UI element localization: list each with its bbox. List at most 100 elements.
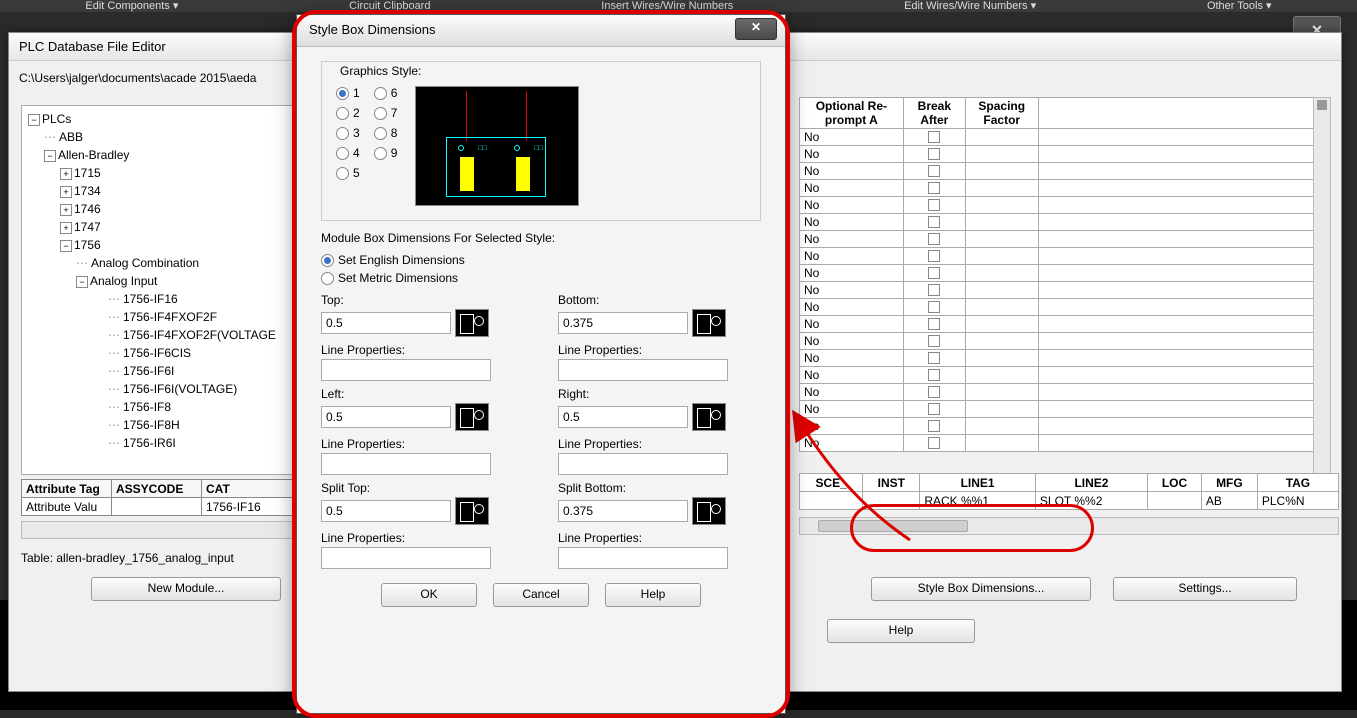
- lp-input[interactable]: [321, 359, 491, 381]
- tree-item[interactable]: Analog Combination: [91, 256, 199, 270]
- blank-cell[interactable]: [1038, 401, 1328, 418]
- break-checkbox[interactable]: [928, 233, 940, 245]
- attr-cell[interactable]: Attribute Valu: [22, 498, 112, 516]
- tree-leaf[interactable]: 1756-IF16: [123, 292, 178, 306]
- dialog-help-button[interactable]: Help: [605, 583, 701, 607]
- tree-item[interactable]: 1746: [74, 202, 101, 216]
- tree-leaf[interactable]: 1756-IF6CIS: [123, 346, 191, 360]
- cell-no[interactable]: No: [800, 163, 904, 180]
- english-radio[interactable]: [321, 254, 334, 267]
- right-input[interactable]: [558, 406, 688, 428]
- tree-item[interactable]: ABB: [59, 130, 83, 144]
- lp-input[interactable]: [321, 547, 491, 569]
- tree-leaf[interactable]: 1756-IF6I: [123, 364, 174, 378]
- cell-no[interactable]: No: [800, 180, 904, 197]
- tree-item[interactable]: Allen-Bradley: [58, 148, 129, 162]
- cell[interactable]: [863, 492, 920, 510]
- cell-no[interactable]: No: [800, 248, 904, 265]
- lp-input[interactable]: [558, 359, 728, 381]
- cell-no[interactable]: No: [800, 350, 904, 367]
- style-radio-7[interactable]: [374, 107, 387, 120]
- tree-item[interactable]: Analog Input: [90, 274, 157, 288]
- break-checkbox[interactable]: [928, 148, 940, 160]
- spacing-cell[interactable]: [965, 146, 1038, 163]
- new-module-button[interactable]: New Module...: [91, 577, 281, 601]
- spacing-cell[interactable]: [965, 299, 1038, 316]
- cell-no[interactable]: No: [800, 316, 904, 333]
- tree-item[interactable]: 1734: [74, 184, 101, 198]
- cell-no[interactable]: No: [800, 401, 904, 418]
- blank-cell[interactable]: [1038, 231, 1328, 248]
- spacing-cell[interactable]: [965, 333, 1038, 350]
- cell-no[interactable]: No: [800, 333, 904, 350]
- cell[interactable]: AB: [1201, 492, 1257, 510]
- dialog-close-button[interactable]: [735, 18, 777, 40]
- break-checkbox[interactable]: [928, 199, 940, 211]
- style-radio-3[interactable]: [336, 127, 349, 140]
- attr-cell[interactable]: [112, 498, 202, 516]
- break-checkbox[interactable]: [928, 165, 940, 177]
- break-checkbox[interactable]: [928, 301, 940, 313]
- blank-cell[interactable]: [1038, 197, 1328, 214]
- split-bottom-input[interactable]: [558, 500, 688, 522]
- spacing-cell[interactable]: [965, 350, 1038, 367]
- break-checkbox[interactable]: [928, 250, 940, 262]
- cell[interactable]: [800, 492, 863, 510]
- blank-cell[interactable]: [1038, 163, 1328, 180]
- cell-no[interactable]: No: [800, 299, 904, 316]
- ok-button[interactable]: OK: [381, 583, 477, 607]
- blank-cell[interactable]: [1038, 299, 1328, 316]
- blank-cell[interactable]: [1038, 367, 1328, 384]
- blank-cell[interactable]: [1038, 435, 1328, 452]
- tree-leaf[interactable]: 1756-IF8: [123, 400, 171, 414]
- pick-icon[interactable]: [692, 497, 726, 525]
- cell[interactable]: RACK %%1: [920, 492, 1036, 510]
- attr-scrollbar[interactable]: [21, 521, 321, 539]
- spacing-cell[interactable]: [965, 435, 1038, 452]
- spacing-cell[interactable]: [965, 316, 1038, 333]
- help-button[interactable]: Help: [827, 619, 975, 643]
- tree-leaf[interactable]: 1756-IR6I: [123, 436, 176, 450]
- attribute-table[interactable]: Attribute Tag ASSYCODE CAT Attribute Val…: [21, 479, 321, 516]
- blank-cell[interactable]: [1038, 146, 1328, 163]
- tree-leaf[interactable]: 1756-IF6I(VOLTAGE): [123, 382, 237, 396]
- style-radio-6[interactable]: [374, 87, 387, 100]
- blank-cell[interactable]: [1038, 129, 1328, 146]
- cell-no[interactable]: No: [800, 197, 904, 214]
- ribbon-group[interactable]: Insert Wires/Wire Numbers: [601, 0, 733, 12]
- blank-cell[interactable]: [1038, 282, 1328, 299]
- style-radio-1[interactable]: [336, 87, 349, 100]
- blank-cell[interactable]: [1038, 180, 1328, 197]
- lp-input[interactable]: [558, 453, 728, 475]
- style-radio-2[interactable]: [336, 107, 349, 120]
- blank-cell[interactable]: [1038, 384, 1328, 401]
- grid-vscrollbar[interactable]: [1313, 97, 1331, 497]
- break-checkbox[interactable]: [928, 267, 940, 279]
- break-checkbox[interactable]: [928, 131, 940, 143]
- tree-item[interactable]: 1747: [74, 220, 101, 234]
- cell-no[interactable]: No: [800, 384, 904, 401]
- lp-input[interactable]: [321, 453, 491, 475]
- cell-no[interactable]: No: [800, 367, 904, 384]
- cell[interactable]: PLC%N: [1257, 492, 1338, 510]
- top-input[interactable]: [321, 312, 451, 334]
- tree-root[interactable]: PLCs: [42, 112, 71, 126]
- spacing-cell[interactable]: [965, 418, 1038, 435]
- blank-cell[interactable]: [1038, 418, 1328, 435]
- break-checkbox[interactable]: [928, 335, 940, 347]
- cell-no[interactable]: No: [800, 435, 904, 452]
- cell-no[interactable]: No: [800, 418, 904, 435]
- spacing-cell[interactable]: [965, 265, 1038, 282]
- tree-item[interactable]: 1756: [74, 238, 101, 252]
- spacing-cell[interactable]: [965, 384, 1038, 401]
- break-checkbox[interactable]: [928, 403, 940, 415]
- break-checkbox[interactable]: [928, 284, 940, 296]
- cell-no[interactable]: No: [800, 146, 904, 163]
- module-hscrollbar[interactable]: [799, 517, 1339, 535]
- blank-cell[interactable]: [1038, 350, 1328, 367]
- cell-no[interactable]: No: [800, 214, 904, 231]
- ribbon-group[interactable]: Other Tools ▾: [1207, 0, 1272, 12]
- plc-tree[interactable]: −PLCs ⋯ABB −Allen-Bradley +1715 +1734 +1…: [21, 105, 321, 475]
- pick-icon[interactable]: [692, 403, 726, 431]
- spacing-cell[interactable]: [965, 367, 1038, 384]
